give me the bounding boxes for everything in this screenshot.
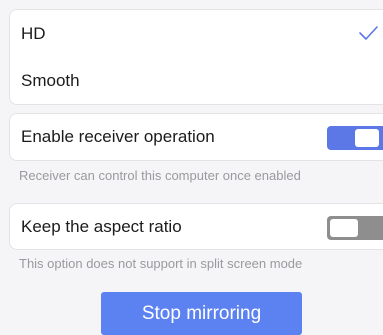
quality-options-panel: HD Smooth	[9, 9, 383, 105]
quality-option-label: Smooth	[21, 70, 80, 90]
aspect-ratio-label: Keep the aspect ratio	[21, 216, 182, 236]
toggle-knob	[330, 219, 358, 237]
quality-option-hd[interactable]: HD	[10, 10, 383, 57]
stop-mirroring-button[interactable]: Stop mirroring	[101, 292, 302, 335]
aspect-ratio-setting: Keep the aspect ratio	[9, 203, 383, 250]
quality-option-label: HD	[21, 23, 46, 43]
quality-option-smooth[interactable]: Smooth	[10, 57, 383, 104]
receiver-operation-label: Enable receiver operation	[21, 127, 215, 146]
aspect-ratio-toggle[interactable]	[327, 216, 383, 240]
toggle-knob	[355, 129, 379, 147]
receiver-operation-setting: Enable receiver operation	[9, 113, 383, 161]
checkmark-icon	[357, 22, 379, 44]
receiver-operation-hint: Receiver can control this computer once …	[19, 168, 301, 183]
aspect-ratio-hint: This option does not support in split sc…	[19, 256, 303, 271]
receiver-operation-toggle[interactable]	[327, 126, 383, 150]
